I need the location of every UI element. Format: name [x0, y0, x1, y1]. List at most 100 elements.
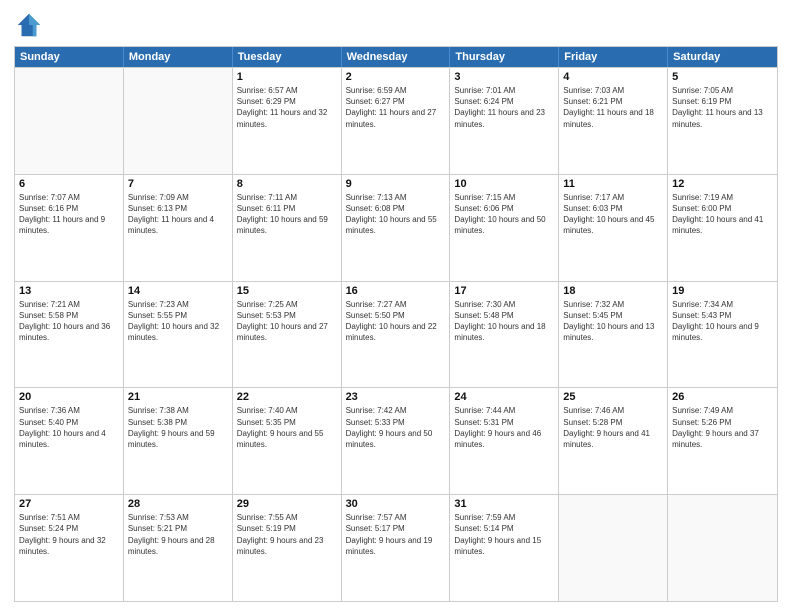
- day-info: Sunrise: 7:15 AM Sunset: 6:06 PM Dayligh…: [454, 192, 554, 237]
- calendar-cell: 10 Sunrise: 7:15 AM Sunset: 6:06 PM Dayli…: [450, 175, 559, 281]
- day-info: Sunrise: 7:30 AM Sunset: 5:48 PM Dayligh…: [454, 299, 554, 344]
- day-number: 11: [563, 178, 663, 190]
- calendar-cell: 18 Sunrise: 7:32 AM Sunset: 5:45 PM Dayli…: [559, 282, 668, 388]
- calendar-cell: 9 Sunrise: 7:13 AM Sunset: 6:08 PM Daylig…: [342, 175, 451, 281]
- day-number: 14: [128, 285, 228, 297]
- day-number: 21: [128, 391, 228, 403]
- day-info: Sunrise: 7:27 AM Sunset: 5:50 PM Dayligh…: [346, 299, 446, 344]
- calendar-cell: 30 Sunrise: 7:57 AM Sunset: 5:17 PM Dayli…: [342, 495, 451, 601]
- day-number: 6: [19, 178, 119, 190]
- day-number: 7: [128, 178, 228, 190]
- day-number: 10: [454, 178, 554, 190]
- day-info: Sunrise: 7:59 AM Sunset: 5:14 PM Dayligh…: [454, 512, 554, 557]
- calendar: SundayMondayTuesdayWednesdayThursdayFrid…: [14, 46, 778, 602]
- day-info: Sunrise: 7:51 AM Sunset: 5:24 PM Dayligh…: [19, 512, 119, 557]
- day-info: Sunrise: 7:38 AM Sunset: 5:38 PM Dayligh…: [128, 405, 228, 450]
- calendar-cell: 4 Sunrise: 7:03 AM Sunset: 6:21 PM Daylig…: [559, 68, 668, 174]
- calendar-cell: 13 Sunrise: 7:21 AM Sunset: 5:58 PM Dayli…: [15, 282, 124, 388]
- day-number: 20: [19, 391, 119, 403]
- calendar-cell: 19Sunrise: 7:34 AM Sunset: 5:43 PM Dayli…: [668, 282, 777, 388]
- calendar-cell: 3 Sunrise: 7:01 AM Sunset: 6:24 PM Daylig…: [450, 68, 559, 174]
- calendar-cell: [124, 68, 233, 174]
- day-number: 16: [346, 285, 446, 297]
- calendar-cell: 7Sunrise: 7:09 AM Sunset: 6:13 PM Daylig…: [124, 175, 233, 281]
- day-number: 18: [563, 285, 663, 297]
- calendar-cell: [668, 495, 777, 601]
- calendar-cell: 11 Sunrise: 7:17 AM Sunset: 6:03 PM Dayli…: [559, 175, 668, 281]
- day-number: 3: [454, 71, 554, 83]
- calendar-cell: 27 Sunrise: 7:51 AM Sunset: 5:24 PM Dayli…: [15, 495, 124, 601]
- weekday-header: Saturday: [668, 47, 777, 67]
- calendar-cell: 20 Sunrise: 7:36 AM Sunset: 5:40 PM Dayli…: [15, 388, 124, 494]
- calendar-cell: 15 Sunrise: 7:25 AM Sunset: 5:53 PM Dayli…: [233, 282, 342, 388]
- day-info: Sunrise: 7:17 AM Sunset: 6:03 PM Dayligh…: [563, 192, 663, 237]
- calendar-cell: 29 Sunrise: 7:55 AM Sunset: 5:19 PM Dayli…: [233, 495, 342, 601]
- day-info: Sunrise: 7:55 AM Sunset: 5:19 PM Dayligh…: [237, 512, 337, 557]
- day-number: 13: [19, 285, 119, 297]
- calendar-cell: 6 Sunrise: 7:07 AM Sunset: 6:16 PM Daylig…: [15, 175, 124, 281]
- day-number: 23: [346, 391, 446, 403]
- day-info: Sunrise: 7:36 AM Sunset: 5:40 PM Dayligh…: [19, 405, 119, 450]
- day-number: 24: [454, 391, 554, 403]
- day-info: Sunrise: 7:21 AM Sunset: 5:58 PM Dayligh…: [19, 299, 119, 344]
- day-number: 28: [128, 498, 228, 510]
- day-info: Sunrise: 7:49 AM Sunset: 5:26 PM Dayligh…: [672, 405, 773, 450]
- calendar-cell: [15, 68, 124, 174]
- weekday-header: Thursday: [450, 47, 559, 67]
- day-info: Sunrise: 7:03 AM Sunset: 6:21 PM Dayligh…: [563, 85, 663, 130]
- day-info: Sunrise: 7:57 AM Sunset: 5:17 PM Dayligh…: [346, 512, 446, 557]
- calendar-cell: 1Sunrise: 6:57 AM Sunset: 6:29 PM Daylig…: [233, 68, 342, 174]
- logo: [14, 10, 46, 40]
- header: [14, 10, 778, 40]
- calendar-cell: 8 Sunrise: 7:11 AM Sunset: 6:11 PM Daylig…: [233, 175, 342, 281]
- day-number: 9: [346, 178, 446, 190]
- weekday-header: Friday: [559, 47, 668, 67]
- day-info: Sunrise: 7:05 AM Sunset: 6:19 PM Dayligh…: [672, 85, 773, 130]
- calendar-cell: 28 Sunrise: 7:53 AM Sunset: 5:21 PM Dayli…: [124, 495, 233, 601]
- day-number: 8: [237, 178, 337, 190]
- day-info: Sunrise: 7:53 AM Sunset: 5:21 PM Dayligh…: [128, 512, 228, 557]
- calendar-row: 20 Sunrise: 7:36 AM Sunset: 5:40 PM Dayli…: [15, 387, 777, 494]
- day-info: Sunrise: 7:07 AM Sunset: 6:16 PM Dayligh…: [19, 192, 119, 237]
- day-info: Sunrise: 7:11 AM Sunset: 6:11 PM Dayligh…: [237, 192, 337, 237]
- day-info: Sunrise: 7:13 AM Sunset: 6:08 PM Dayligh…: [346, 192, 446, 237]
- calendar-body: 1Sunrise: 6:57 AM Sunset: 6:29 PM Daylig…: [15, 67, 777, 601]
- day-info: Sunrise: 7:32 AM Sunset: 5:45 PM Dayligh…: [563, 299, 663, 344]
- calendar-cell: 31Sunrise: 7:59 AM Sunset: 5:14 PM Dayli…: [450, 495, 559, 601]
- day-number: 22: [237, 391, 337, 403]
- calendar-row: 6 Sunrise: 7:07 AM Sunset: 6:16 PM Daylig…: [15, 174, 777, 281]
- weekday-header: Monday: [124, 47, 233, 67]
- calendar-cell: 14Sunrise: 7:23 AM Sunset: 5:55 PM Dayli…: [124, 282, 233, 388]
- day-number: 27: [19, 498, 119, 510]
- day-number: 26: [672, 391, 773, 403]
- day-number: 4: [563, 71, 663, 83]
- day-number: 5: [672, 71, 773, 83]
- day-number: 17: [454, 285, 554, 297]
- calendar-row: 13 Sunrise: 7:21 AM Sunset: 5:58 PM Dayli…: [15, 281, 777, 388]
- day-number: 2: [346, 71, 446, 83]
- day-info: Sunrise: 7:40 AM Sunset: 5:35 PM Dayligh…: [237, 405, 337, 450]
- logo-icon: [14, 10, 44, 40]
- day-info: Sunrise: 7:44 AM Sunset: 5:31 PM Dayligh…: [454, 405, 554, 450]
- day-info: Sunrise: 7:25 AM Sunset: 5:53 PM Dayligh…: [237, 299, 337, 344]
- day-number: 19: [672, 285, 773, 297]
- day-number: 29: [237, 498, 337, 510]
- weekday-header: Sunday: [15, 47, 124, 67]
- page: SundayMondayTuesdayWednesdayThursdayFrid…: [0, 0, 792, 612]
- day-info: Sunrise: 7:42 AM Sunset: 5:33 PM Dayligh…: [346, 405, 446, 450]
- day-number: 30: [346, 498, 446, 510]
- calendar-cell: 24 Sunrise: 7:44 AM Sunset: 5:31 PM Dayli…: [450, 388, 559, 494]
- day-info: Sunrise: 6:59 AM Sunset: 6:27 PM Dayligh…: [346, 85, 446, 130]
- calendar-cell: 16 Sunrise: 7:27 AM Sunset: 5:50 PM Dayli…: [342, 282, 451, 388]
- calendar-cell: 5 Sunrise: 7:05 AM Sunset: 6:19 PM Daylig…: [668, 68, 777, 174]
- calendar-cell: 23 Sunrise: 7:42 AM Sunset: 5:33 PM Dayli…: [342, 388, 451, 494]
- calendar-cell: 22 Sunrise: 7:40 AM Sunset: 5:35 PM Dayli…: [233, 388, 342, 494]
- day-info: Sunrise: 6:57 AM Sunset: 6:29 PM Dayligh…: [237, 85, 337, 130]
- day-info: Sunrise: 7:01 AM Sunset: 6:24 PM Dayligh…: [454, 85, 554, 130]
- calendar-cell: [559, 495, 668, 601]
- calendar-row: 27 Sunrise: 7:51 AM Sunset: 5:24 PM Dayli…: [15, 494, 777, 601]
- calendar-cell: 21 Sunrise: 7:38 AM Sunset: 5:38 PM Dayli…: [124, 388, 233, 494]
- calendar-header: SundayMondayTuesdayWednesdayThursdayFrid…: [15, 47, 777, 67]
- day-number: 15: [237, 285, 337, 297]
- day-number: 12: [672, 178, 773, 190]
